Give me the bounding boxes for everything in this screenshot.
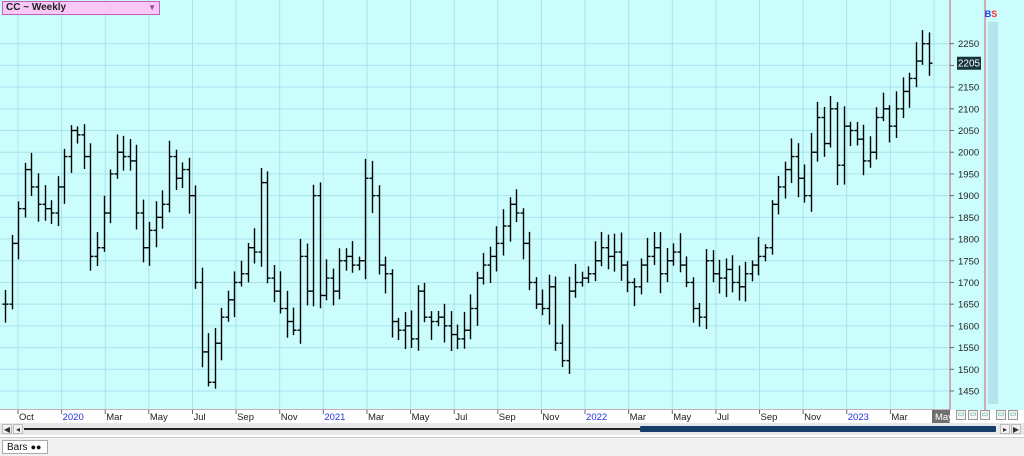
- x-tick-label: May: [673, 412, 691, 423]
- x-tick-label: 2022: [586, 412, 607, 423]
- y-tick-label: 1750: [958, 256, 979, 267]
- last-price-label: 2205: [958, 59, 981, 70]
- y-tick-label: 2100: [958, 104, 979, 115]
- y-tick-label: 1600: [958, 321, 979, 332]
- scroll-strip[interactable]: [988, 22, 998, 404]
- chart-tool-icon-1[interactable]: ▭: [956, 410, 966, 420]
- sell-tag[interactable]: S: [991, 9, 997, 19]
- y-tick-label: 1500: [958, 365, 979, 376]
- bars-tab[interactable]: Bars ●●: [2, 440, 49, 454]
- y-tick-label: 1800: [958, 235, 979, 246]
- x-tick-label: 2023: [848, 412, 869, 423]
- x-tick-label: Sep: [237, 412, 254, 423]
- scroll-right-icon[interactable]: ▶: [1011, 424, 1021, 434]
- x-tick-label: Mar: [630, 412, 646, 423]
- chart-tool-icon-5[interactable]: ▭: [1008, 410, 1018, 420]
- plot-background: [0, 0, 950, 410]
- chart-tool-icon-3[interactable]: ▭: [980, 410, 990, 420]
- x-tick-label: 2020: [63, 412, 84, 423]
- y-tick-label: 1650: [958, 300, 979, 311]
- x-tick-label: 2021: [324, 412, 345, 423]
- y-tick-label: 1850: [958, 213, 979, 224]
- y-tick-label: 2150: [958, 83, 979, 94]
- binoculars-icon[interactable]: ●●: [31, 442, 42, 452]
- x-tick-label: Mar: [368, 412, 384, 423]
- chart-tool-icon-2[interactable]: ▭: [968, 410, 978, 420]
- y-tick-label: 2250: [958, 39, 979, 50]
- horizontal-scrollbar[interactable]: ◀ ◂ ▸ ▶: [0, 423, 1024, 435]
- y-tick-label: 1450: [958, 386, 979, 397]
- x-tick-label: Mar: [106, 412, 122, 423]
- x-tick-label: Mar: [891, 412, 907, 423]
- x-tick-label: Sep: [761, 412, 778, 423]
- x-tick-label: Nov: [804, 412, 821, 423]
- y-tick-label: 1700: [958, 278, 979, 289]
- x-tick-label: Jul: [193, 412, 205, 423]
- last-price-marker: 2205: [957, 56, 981, 70]
- scroll-step-left-icon[interactable]: ◂: [13, 424, 23, 434]
- y-tick-label: 1550: [958, 343, 979, 354]
- scroll-thumb[interactable]: [640, 426, 996, 432]
- y-tick-label: 1900: [958, 191, 979, 202]
- status-bar: Bars ●●: [0, 437, 1024, 456]
- symbol-selector[interactable]: CC ~ Weekly ▼: [2, 1, 160, 15]
- scroll-left-icon[interactable]: ◀: [2, 424, 12, 434]
- y-tick-label: 1950: [958, 169, 979, 180]
- scroll-step-right-icon[interactable]: ▸: [1000, 424, 1010, 434]
- x-tick-label: Jul: [455, 412, 467, 423]
- y-tick-label: 2000: [958, 148, 979, 159]
- x-tick-label: Sep: [499, 412, 516, 423]
- y-tick-label: 2050: [958, 126, 979, 137]
- x-tick-label: May: [150, 412, 168, 423]
- symbol-label: CC ~ Weekly: [6, 2, 67, 13]
- price-chart: 1450 1500 1550 1600 1650 1700 1750 1800 1850 1900…: [0, 0, 1024, 423]
- buy-sell-tag[interactable]: BS: [984, 8, 998, 20]
- x-tick-label: May: [412, 412, 430, 423]
- x-tick-label: Jul: [717, 412, 729, 423]
- x-tick-label: Oct: [19, 412, 34, 423]
- chart-tool-icon-4[interactable]: ▭: [996, 410, 1006, 420]
- triangle-down-icon[interactable]: ▼: [148, 2, 156, 14]
- x-tick-label: May: [935, 412, 953, 423]
- bars-tab-label: Bars: [7, 442, 28, 453]
- x-tick-label: Nov: [542, 412, 559, 423]
- x-tick-label: Nov: [281, 412, 298, 423]
